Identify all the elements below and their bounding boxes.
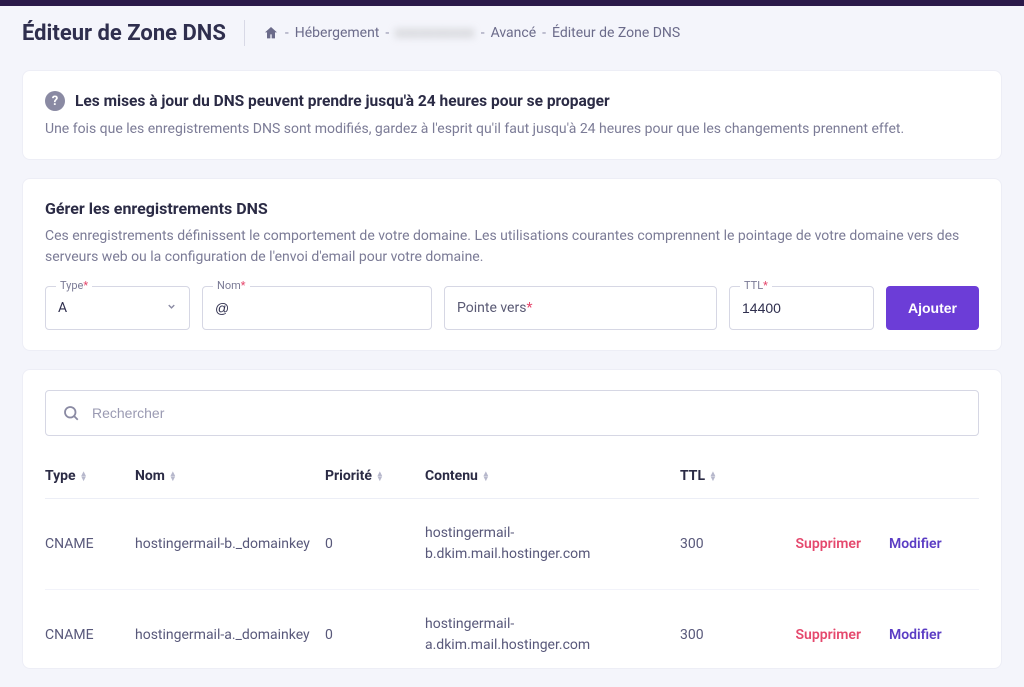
sort-icon: ▲▼ [169, 471, 177, 481]
pointe-vers-placeholder: Pointe vers* [457, 300, 532, 316]
pointe-vers-field[interactable]: Pointe vers* [444, 286, 717, 330]
breadcrumb-separator: - [542, 25, 546, 41]
breadcrumb-separator: - [385, 25, 389, 41]
manage-dns-card: Gérer les enregistrements DNS Ces enregi… [22, 178, 1002, 351]
breadcrumb: - Hébergement - xxxxxxxxxx - Avancé - Éd… [263, 25, 680, 41]
ttl-input[interactable] [742, 300, 861, 316]
home-icon[interactable] [263, 25, 279, 41]
breadcrumb-separator: - [285, 25, 289, 41]
notice-title: Les mises à jour du DNS peuvent prendre … [75, 92, 610, 110]
col-priority[interactable]: Priorité▲▼ [325, 468, 425, 484]
add-button[interactable]: Ajouter [886, 286, 979, 330]
manage-description: Ces enregistrements définissent le compo… [45, 226, 979, 268]
dns-table: Type▲▼ Nom▲▼ Priorité▲▼ Contenu▲▼ TTL▲▼ … [45, 458, 979, 660]
cell-ttl: 300 [680, 625, 760, 646]
cell-ttl: 300 [680, 534, 760, 555]
cell-content: hostingermail-b.dkim.mail.hostinger.com [425, 523, 680, 565]
type-label: Type* [56, 279, 92, 292]
page-title: Éditeur de Zone DNS [22, 21, 226, 46]
table-header: Type▲▼ Nom▲▼ Priorité▲▼ Contenu▲▼ TTL▲▼ [45, 458, 979, 499]
sort-icon: ▲▼ [376, 471, 384, 481]
cell-priority: 0 [325, 534, 425, 555]
notice-body: Une fois que les enregistrements DNS son… [45, 119, 979, 139]
vertical-divider [244, 20, 245, 46]
col-content[interactable]: Contenu▲▼ [425, 468, 680, 484]
cell-content: hostingermail-a.dkim.mail.hostinger.com [425, 614, 680, 656]
breadcrumb-separator: - [481, 25, 485, 41]
delete-link[interactable]: Supprimer [760, 625, 889, 646]
col-type[interactable]: Type▲▼ [45, 468, 135, 484]
search-input[interactable] [92, 405, 962, 421]
cell-type: CNAME [45, 534, 135, 555]
manage-title: Gérer les enregistrements DNS [45, 199, 979, 218]
col-ttl[interactable]: TTL▲▼ [680, 468, 760, 484]
breadcrumb-current: Éditeur de Zone DNS [552, 25, 680, 41]
ttl-field[interactable]: TTL* [729, 286, 874, 330]
sort-icon: ▲▼ [709, 471, 717, 481]
cell-priority: 0 [325, 625, 425, 646]
breadcrumb-hosting[interactable]: Hébergement [295, 25, 380, 41]
table-row: CNAME hostingermail-a._domainkey 0 hosti… [45, 590, 979, 660]
info-icon: ? [45, 91, 65, 111]
chevron-down-icon [166, 300, 177, 316]
name-field[interactable]: Nom* [202, 286, 432, 330]
add-record-form: Type* A Nom* Pointe vers* TTL* Ajouter [45, 286, 979, 330]
delete-link[interactable]: Supprimer [760, 534, 889, 555]
col-name[interactable]: Nom▲▼ [135, 468, 325, 484]
table-row: CNAME hostingermail-b._domainkey 0 hosti… [45, 499, 979, 590]
cell-name: hostingermail-a._domainkey [135, 625, 325, 646]
breadcrumb-advanced[interactable]: Avancé [491, 25, 537, 41]
breadcrumb-domain-blurred: xxxxxxxxxx [395, 25, 474, 41]
cell-name: hostingermail-b._domainkey [135, 534, 325, 555]
modify-link[interactable]: Modifier [889, 625, 979, 646]
sort-icon: ▲▼ [482, 471, 490, 481]
type-select[interactable]: Type* A [45, 286, 190, 330]
search-icon [62, 404, 80, 422]
dns-records-card: Type▲▼ Nom▲▼ Priorité▲▼ Contenu▲▼ TTL▲▼ … [22, 369, 1002, 669]
page-header: Éditeur de Zone DNS - Hébergement - xxxx… [0, 6, 1024, 60]
ttl-label: TTL* [740, 279, 772, 292]
search-container[interactable] [45, 390, 979, 436]
dns-propagation-notice: ? Les mises à jour du DNS peuvent prendr… [22, 70, 1002, 160]
modify-link[interactable]: Modifier [889, 534, 979, 555]
type-value: A [58, 300, 160, 316]
name-input[interactable] [215, 300, 419, 316]
cell-type: CNAME [45, 625, 135, 646]
sort-icon: ▲▼ [80, 471, 88, 481]
name-label: Nom* [213, 279, 250, 292]
